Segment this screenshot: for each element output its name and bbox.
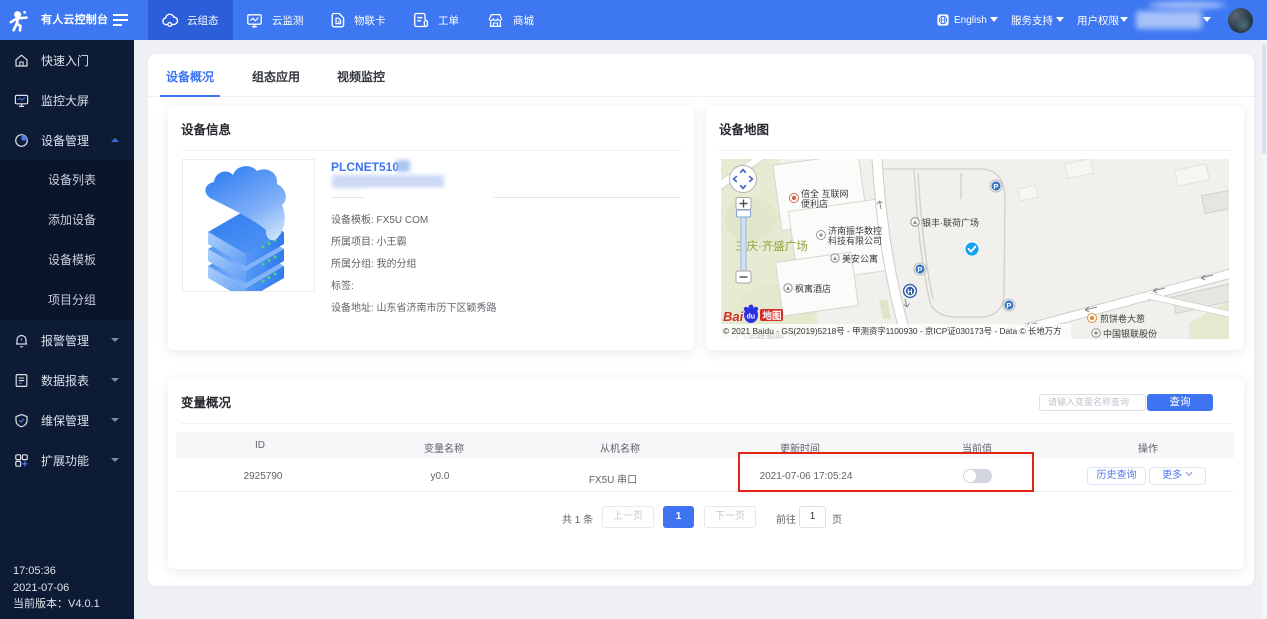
svg-text:H: H	[907, 289, 912, 296]
svg-text:银丰·联荷广场: 银丰·联荷广场	[922, 217, 979, 228]
svg-text:P: P	[1006, 301, 1011, 310]
svg-text:济南振华数控: 济南振华数控	[828, 225, 882, 236]
svg-text:便利店: 便利店	[801, 198, 828, 209]
svg-text:煎饼卷大葱: 煎饼卷大葱	[1100, 313, 1145, 324]
svg-text:P: P	[917, 265, 922, 274]
svg-text:科技有限公司: 科技有限公司	[828, 235, 882, 246]
svg-text:P: P	[993, 182, 998, 191]
svg-text:美安公寓: 美安公寓	[842, 253, 878, 264]
svg-text:倍全 互联网: 倍全 互联网	[801, 188, 849, 199]
svg-text:Bai: Bai	[723, 309, 744, 324]
svg-text:中国银联股份: 中国银联股份	[1103, 328, 1157, 339]
svg-text:© 2021 Baidu - GS(2019)5218号 -: © 2021 Baidu - GS(2019)5218号 - 甲测资字11009…	[723, 326, 1062, 336]
svg-text:地图: 地图	[763, 310, 782, 322]
svg-text:du: du	[747, 314, 756, 321]
svg-text:枫寓酒店: 枫寓酒店	[795, 283, 831, 294]
